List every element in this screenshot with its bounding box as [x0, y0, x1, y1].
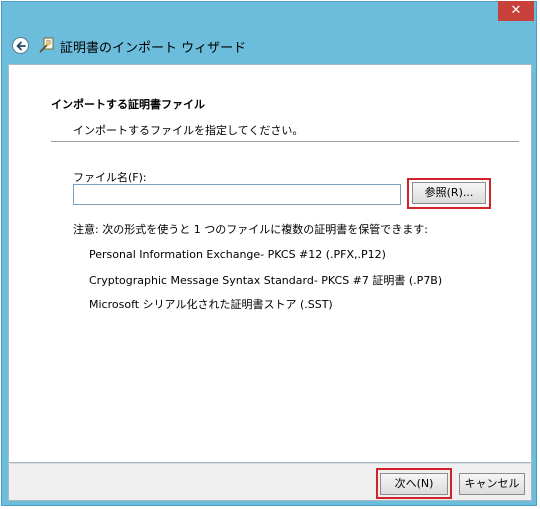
format-note: 注意: 次の形式を使うと 1 つのファイルに複数の証明書を保管できます: [73, 223, 428, 236]
filename-input[interactable] [73, 184, 401, 205]
wizard-title: 証明書のインポート ウィザード [60, 41, 247, 56]
back-button[interactable] [12, 37, 29, 54]
browse-button[interactable]: 参照(R)... [412, 182, 486, 204]
wizard-window: ✕ 証明書のインポート ウィザード インポートする証明書ファイル インポートする… [1, 1, 537, 506]
format-item-p7b: Cryptographic Message Syntax Standard- P… [89, 274, 443, 287]
format-item-pfx: Personal Information Exchange- PKCS #12 … [89, 248, 386, 261]
certificate-wizard-icon [39, 37, 54, 53]
wizard-header: 証明書のインポート ウィザード [2, 28, 536, 62]
wizard-footer: 次へ(N) キャンセル [8, 463, 532, 501]
wizard-content: インポートする証明書ファイル インポートするファイルを指定してください。 ファイ… [8, 64, 532, 463]
section-title: インポートする証明書ファイル [51, 98, 205, 111]
close-button[interactable]: ✕ [498, 1, 534, 21]
filename-label: ファイル名(F): [73, 171, 147, 184]
close-icon: ✕ [510, 3, 522, 18]
format-item-sst: Microsoft シリアル化された証明書ストア (.SST) [89, 298, 333, 311]
section-description: インポートするファイルを指定してください。 [73, 124, 304, 137]
divider [51, 141, 519, 142]
back-arrow-icon [16, 41, 26, 51]
next-button[interactable]: 次へ(N) [380, 473, 448, 495]
cancel-button[interactable]: キャンセル [459, 473, 525, 495]
